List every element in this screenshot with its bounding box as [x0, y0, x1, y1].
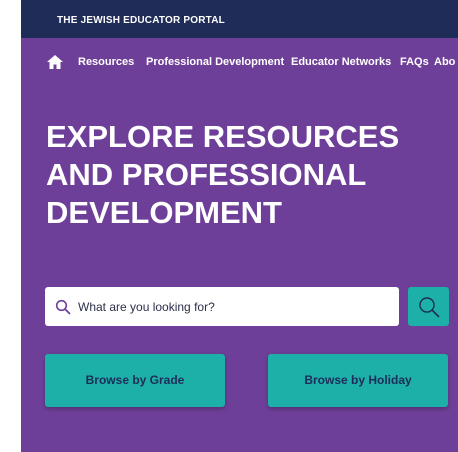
search-button[interactable]	[408, 287, 449, 326]
top-bar: THE JEWISH EDUCATOR PORTAL	[21, 0, 458, 38]
nav-item-resources[interactable]: Resources	[78, 55, 134, 69]
portal-title[interactable]: THE JEWISH EDUCATOR PORTAL	[57, 15, 225, 27]
search-icon	[417, 295, 441, 319]
search-box	[45, 287, 399, 326]
search-input[interactable]	[78, 287, 388, 326]
search-icon	[55, 299, 71, 315]
page-frame: THE JEWISH EDUCATOR PORTAL Resources Pro…	[21, 0, 458, 452]
nav-item-professional-development[interactable]: Professional Development	[146, 55, 284, 69]
home-icon[interactable]	[46, 54, 64, 70]
nav-item-about[interactable]: Abo	[434, 55, 455, 69]
page-title: EXPLORE RESOURCES AND PROFESSIONAL DEVEL…	[46, 118, 446, 232]
browse-by-holiday-button[interactable]: Browse by Holiday	[268, 354, 448, 407]
nav-item-educator-networks[interactable]: Educator Networks	[291, 55, 391, 69]
headline-line-1: EXPLORE RESOURCES	[46, 119, 400, 154]
headline-line-3: DEVELOPMENT	[46, 195, 282, 230]
headline-line-2: AND PROFESSIONAL	[46, 157, 367, 192]
main-nav: Resources Professional Development Educa…	[21, 38, 458, 86]
browse-by-grade-button[interactable]: Browse by Grade	[45, 354, 225, 407]
nav-item-faqs[interactable]: FAQs	[400, 55, 429, 69]
